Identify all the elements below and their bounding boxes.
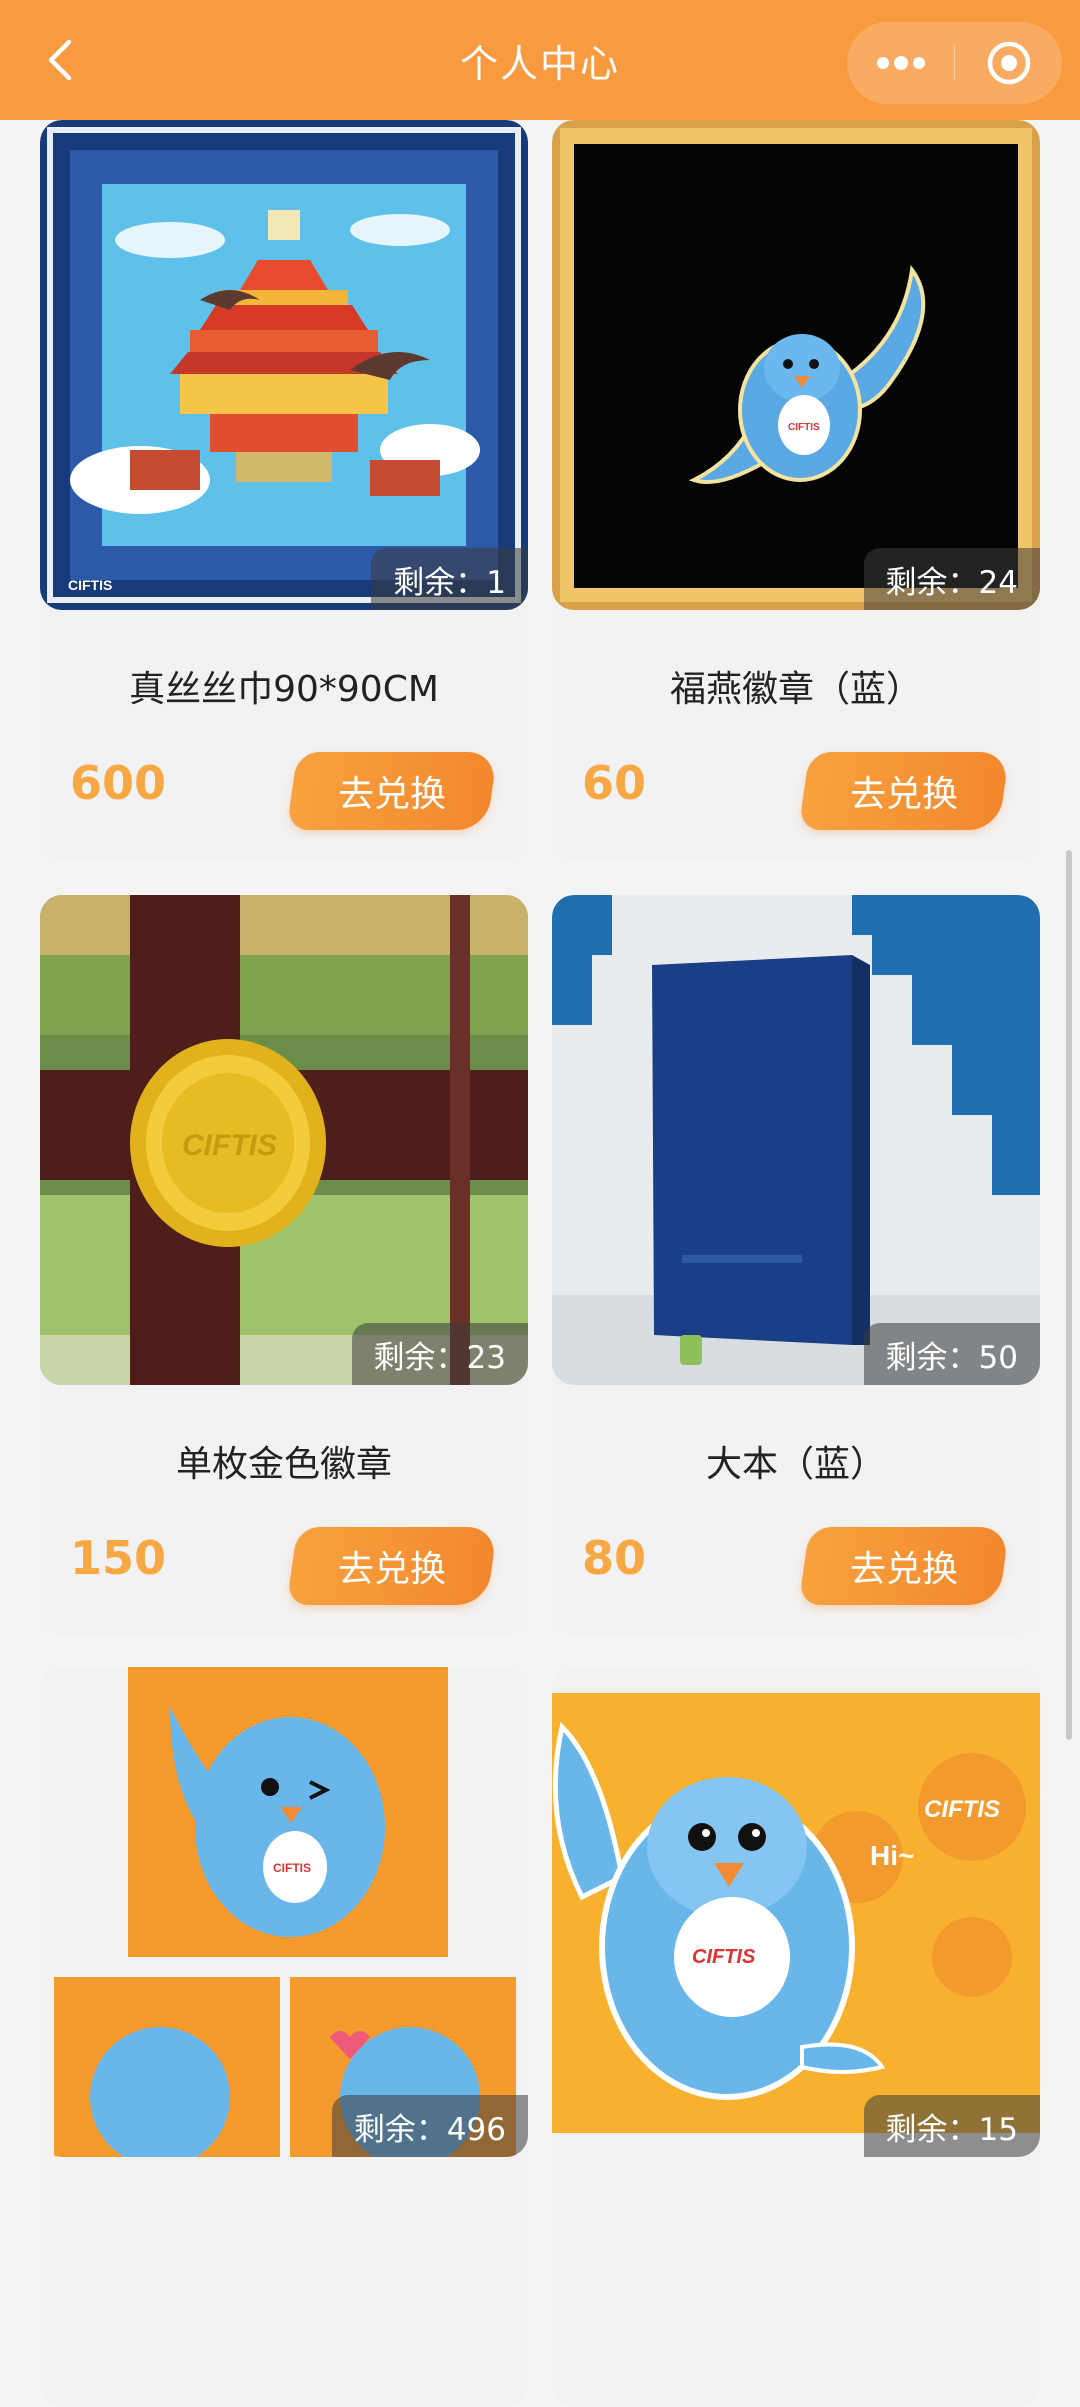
svg-text:CIFTIS: CIFTIS [68, 577, 112, 593]
product-name: 福燕徽章（蓝） [669, 669, 922, 710]
product-image: CIFTIS 剩余：496 [40, 1667, 528, 2157]
gold-badge-image: CIFTIS [40, 895, 528, 1385]
chevron-left-icon [48, 39, 72, 81]
stock-badge: 剩余：1 [371, 548, 528, 610]
more-button[interactable] [847, 22, 954, 104]
product-name: 大本（蓝） [705, 1444, 886, 1485]
target-close-icon [987, 41, 1030, 85]
product-card-gold-badge[interactable]: CIFTIS 剩余：23 单枚金色徽章 150 去兑换 [40, 895, 528, 1635]
scrollbar[interactable] [1066, 850, 1072, 1740]
stock-badge: 剩余：15 [863, 2095, 1040, 2157]
stock-badge: 剩余：496 [331, 2095, 528, 2157]
product-image: 剩余：50 [552, 895, 1040, 1385]
notebook-image [552, 895, 1040, 1385]
product-name: 真丝丝巾90*90CM [129, 669, 439, 710]
svg-text:Hi~: Hi~ [870, 1840, 914, 1871]
product-image: CIFTIS 剩余：1 [40, 120, 528, 610]
product-card-stickers[interactable]: CIFTIS 剩余：496 [40, 1667, 528, 2407]
mascot-sticker-image: CIFTIS [40, 1667, 528, 2157]
product-price: 600 [70, 756, 167, 810]
product-card-mascot-hi[interactable]: Hi~ CIFTIS CIFTIS 剩余：15 [552, 1667, 1040, 2407]
product-image: Hi~ CIFTIS CIFTIS 剩余：15 [552, 1667, 1040, 2157]
navbar: 个人中心 [0, 0, 1080, 120]
redeem-button[interactable]: 去兑换 [286, 752, 498, 830]
mascot-hi-image: Hi~ CIFTIS CIFTIS [552, 1667, 1040, 2157]
close-button[interactable] [955, 22, 1062, 104]
product-card-notebook[interactable]: 剩余：50 大本（蓝） 80 去兑换 [552, 895, 1040, 1635]
product-card-silk-scarf[interactable]: CIFTIS 剩余：1 真丝丝巾90*90CM 600 去兑换 [40, 120, 528, 860]
product-image: CIFTIS 剩余：24 [552, 120, 1040, 610]
product-price: 60 [582, 756, 647, 810]
product-image: CIFTIS 剩余：23 [40, 895, 528, 1385]
stock-badge: 剩余：50 [863, 1323, 1040, 1385]
svg-text:CIFTIS: CIFTIS [692, 1946, 756, 1968]
product-price: 80 [582, 1531, 647, 1585]
redeem-button[interactable]: 去兑换 [286, 1527, 498, 1605]
svg-text:CIFTIS: CIFTIS [924, 1796, 1000, 1823]
svg-text:CIFTIS: CIFTIS [182, 1129, 277, 1162]
product-name: 单枚金色徽章 [175, 1444, 392, 1485]
stock-badge: 剩余：23 [351, 1323, 528, 1385]
svg-text:CIFTIS: CIFTIS [788, 422, 820, 433]
more-dots-icon [876, 56, 925, 70]
mini-program-capsule [847, 22, 1062, 104]
silk-scarf-image: CIFTIS [40, 120, 528, 610]
redeem-button[interactable]: 去兑换 [798, 1527, 1010, 1605]
back-button[interactable] [36, 36, 84, 84]
product-price: 150 [70, 1531, 167, 1585]
swallow-badge-image: CIFTIS [552, 120, 1040, 610]
redeem-button[interactable]: 去兑换 [798, 752, 1010, 830]
product-card-swallow-badge[interactable]: CIFTIS 剩余：24 福燕徽章（蓝） 60 去兑换 [552, 120, 1040, 860]
stock-badge: 剩余：24 [863, 548, 1040, 610]
svg-text:CIFTIS: CIFTIS [273, 1861, 311, 1875]
